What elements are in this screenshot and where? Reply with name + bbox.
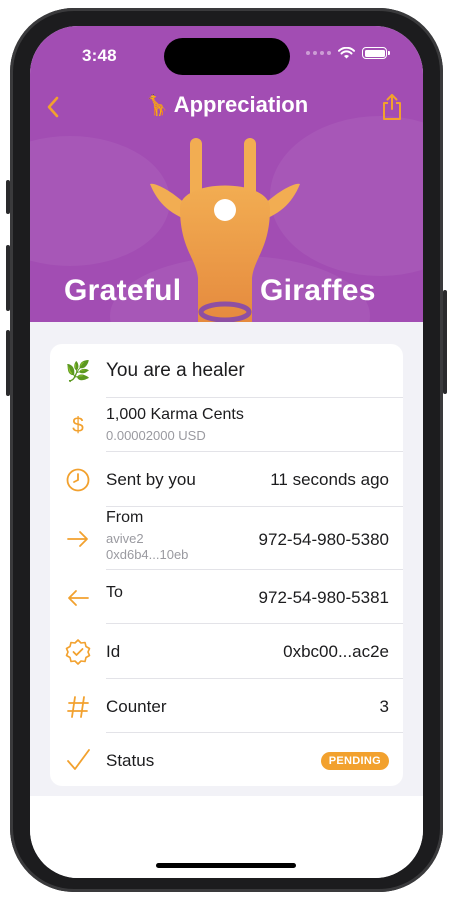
hash-icon (67, 696, 89, 718)
counter-row-body: Counter 3 (106, 679, 389, 733)
share-button[interactable] (377, 92, 407, 122)
clock-icon (66, 468, 90, 492)
arrow-left-icon-wrap (64, 584, 92, 612)
amount-row-body: 1,000 Karma Cents 0.00002000 USD (106, 398, 389, 452)
from-name: avive2 (106, 531, 144, 546)
counter-value: 3 (379, 697, 389, 716)
message-row-body: You are a healer (106, 344, 389, 398)
power-button (443, 290, 447, 394)
arrow-right-icon-wrap (64, 525, 92, 553)
hero-word-right: Giraffes (260, 274, 376, 307)
verified-badge-icon (65, 639, 91, 665)
id-value: 0xbc00...ac2e (283, 642, 389, 661)
checkmark-icon-wrap (64, 746, 92, 774)
from-row: From avive2 0xd6b4...10eb 972-54-980-538… (50, 507, 403, 570)
volume-up-button (6, 245, 10, 311)
status-time: 3:48 (82, 46, 117, 65)
status-bar: 3:48 (30, 26, 423, 80)
from-row-body: From avive2 0xd6b4...10eb 972-54-980-538… (106, 507, 389, 570)
hash-icon-wrap (64, 693, 92, 721)
nav-bar: 🦒 Appreciation (30, 88, 423, 128)
screen: Grateful Giraffes 3:48 🦒 Appreciation 🌿 … (30, 26, 423, 878)
status-row: Status PENDING (50, 733, 403, 786)
from-phone: 972-54-980-5380 (258, 530, 389, 549)
nav-title: 🦒 Appreciation (30, 92, 423, 118)
bottom-area (30, 796, 423, 878)
id-row: Id 0xbc00...ac2e (50, 624, 403, 679)
verified-badge-icon-wrap (64, 638, 92, 666)
clock-icon-wrap (64, 466, 92, 494)
hero-bg-shape (30, 136, 170, 266)
status-label: Status (106, 751, 155, 770)
to-label: To (106, 584, 123, 601)
sent-row-body: Sent by you 11 seconds ago (106, 452, 389, 507)
sent-row: Sent by you 11 seconds ago (50, 452, 403, 507)
status-badge: PENDING (320, 752, 389, 770)
mute-switch (6, 180, 10, 214)
leaf-icon: 🌿 (65, 360, 91, 383)
arrow-left-icon (68, 590, 89, 606)
amount-label: 1,000 Karma Cents (106, 406, 244, 423)
amount-usd: 0.00002000 USD (106, 428, 206, 443)
cellular-signal-icon (306, 51, 331, 55)
to-row-body: To 972-54-980-5381 (106, 570, 389, 624)
checkmark-icon (67, 749, 90, 770)
nav-title-text: Appreciation (173, 92, 309, 117)
to-row: To 972-54-980-5381 (50, 570, 403, 624)
transaction-details-card: 🌿 You are a healer $ 1,000 Karma Cents 0… (50, 344, 403, 786)
hero-word-left: Grateful (64, 274, 182, 307)
battery-icon (362, 47, 390, 59)
status-row-body: Status PENDING (106, 733, 389, 786)
home-indicator[interactable] (156, 863, 296, 868)
wifi-icon (338, 47, 355, 59)
giraffe-emoji-icon: 🦒 (144, 95, 170, 117)
id-label: Id (106, 642, 121, 661)
message-row: 🌿 You are a healer (50, 344, 403, 398)
amount-row: $ 1,000 Karma Cents 0.00002000 USD (50, 398, 403, 452)
to-phone: 972-54-980-5381 (258, 588, 389, 607)
sent-time: 11 seconds ago (270, 470, 389, 489)
arrow-right-icon (67, 531, 88, 547)
counter-row: Counter 3 (50, 679, 403, 733)
dollar-icon: $ (72, 414, 84, 437)
volume-down-button (6, 330, 10, 396)
share-icon (383, 94, 401, 120)
status-icons (306, 47, 390, 59)
sent-label: Sent by you (106, 470, 196, 489)
from-label: From (106, 509, 144, 526)
dynamic-island (164, 38, 290, 75)
id-row-body: Id 0xbc00...ac2e (106, 624, 389, 679)
counter-label: Counter (106, 697, 167, 716)
message-text: You are a healer (106, 360, 245, 381)
from-address: 0xd6b4...10eb (106, 547, 189, 562)
